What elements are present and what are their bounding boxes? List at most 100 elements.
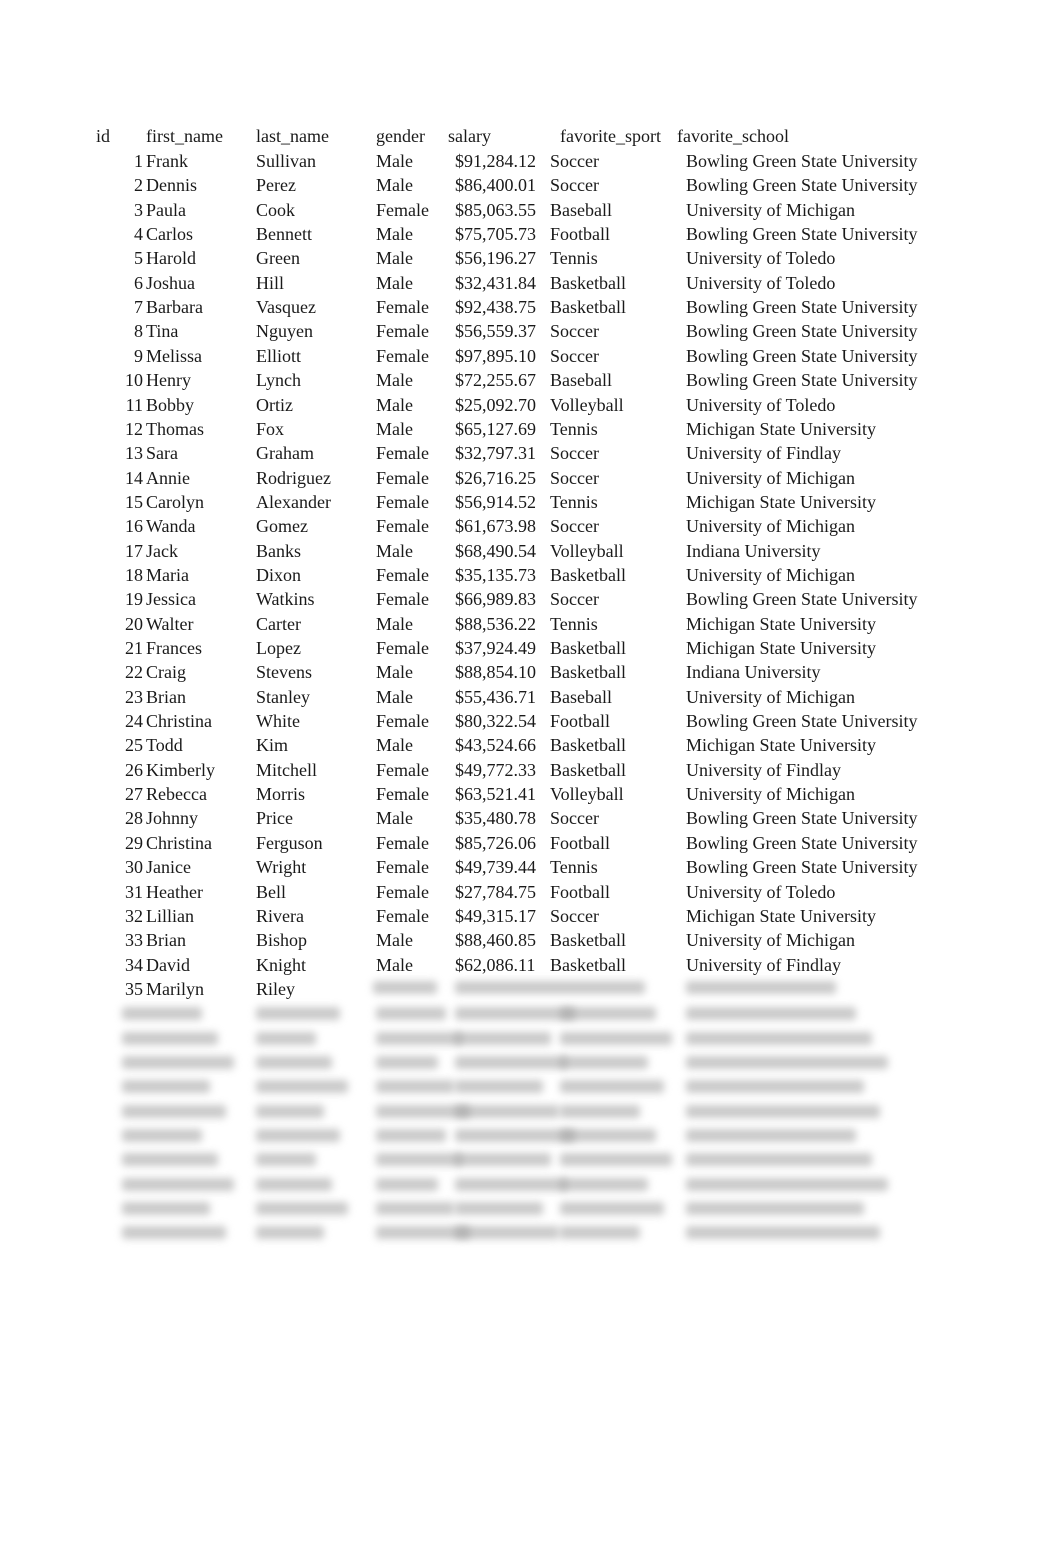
cell-last-name: Bishop bbox=[256, 930, 308, 951]
cell-first-name: Todd bbox=[146, 735, 183, 756]
cell-favorite-sport: Soccer bbox=[550, 175, 599, 196]
cell-favorite-school: Michigan State University bbox=[686, 613, 876, 634]
cell-first-name: Barbara bbox=[146, 297, 203, 318]
cell-salary: $88,854.10 bbox=[455, 662, 536, 683]
cell-first-name: Heather bbox=[146, 881, 203, 902]
cell-first-name: Annie bbox=[146, 467, 190, 488]
cell-favorite-school: Bowling Green State University bbox=[686, 297, 918, 318]
cell-favorite-sport: Basketball bbox=[550, 662, 626, 683]
cell-favorite-sport: Soccer bbox=[550, 589, 599, 610]
cell-favorite-sport: Soccer bbox=[550, 151, 599, 171]
blurred-table-row bbox=[0, 1099, 1062, 1123]
blurred-table-row bbox=[0, 1220, 1062, 1244]
cell-id: 8 bbox=[134, 321, 143, 342]
cell-salary: $37,924.49 bbox=[455, 638, 536, 658]
cell-favorite-school: Bowling Green State University bbox=[686, 711, 918, 732]
blurred-table-row bbox=[0, 1001, 1062, 1025]
blurred-cell bbox=[122, 1129, 202, 1142]
cell-salary: $35,480.78 bbox=[455, 808, 536, 829]
cell-salary: $56,196.27 bbox=[455, 248, 536, 269]
blurred-cell bbox=[560, 1104, 640, 1118]
cell-favorite-school: University of Findlay bbox=[686, 443, 841, 464]
cell-id: 33 bbox=[125, 930, 143, 951]
cell-last-name: Alexander bbox=[256, 491, 331, 512]
blurred-cell bbox=[376, 1080, 454, 1094]
cell-favorite-school: Michigan State University bbox=[686, 735, 876, 756]
cell-last-name: White bbox=[256, 711, 300, 732]
blurred-cell bbox=[560, 1080, 664, 1094]
cell-last-name: Watkins bbox=[256, 589, 315, 610]
cell-gender: Female bbox=[376, 516, 429, 537]
blurred-cells-row-35 bbox=[365, 975, 665, 997]
cell-id: 19 bbox=[125, 589, 143, 610]
blurred-cell bbox=[455, 1129, 575, 1142]
blurred-cell bbox=[686, 1007, 856, 1021]
cell-favorite-school: Bowling Green State University bbox=[686, 832, 918, 853]
blurred-cell bbox=[376, 1007, 446, 1021]
blurred-cell bbox=[376, 1177, 438, 1191]
cell-favorite-sport: Basketball bbox=[550, 272, 626, 293]
blurred-cell bbox=[122, 1104, 226, 1118]
cell-gender: Female bbox=[376, 638, 429, 658]
cell-last-name: Cook bbox=[256, 199, 296, 220]
table-row: 4 Carlos Bennett Male $75,705.73 Football Bowl… bbox=[0, 222, 1062, 246]
cell-first-name: Kimberly bbox=[146, 759, 215, 780]
table-row: 34 David Knight Male $62,086.11 Basketball Uni… bbox=[0, 953, 1062, 977]
cell-favorite-sport: Tennis bbox=[550, 613, 598, 634]
cell-favorite-school: University of Findlay bbox=[686, 759, 841, 780]
table-row: 16 Wanda Gomez Female $61,673.98 Soccer Univer… bbox=[0, 514, 1062, 538]
cell-favorite-sport: Soccer bbox=[550, 443, 599, 464]
cell-first-name: Carolyn bbox=[146, 491, 204, 512]
blurred-cell bbox=[122, 1080, 210, 1094]
blurred-cell bbox=[686, 1226, 880, 1240]
cell-id: 31 bbox=[125, 881, 143, 902]
cell-first-name: Sara bbox=[146, 443, 178, 464]
cell-first-name: Craig bbox=[146, 662, 186, 683]
cell-gender: Female bbox=[376, 905, 429, 926]
cell-gender: Male bbox=[376, 272, 413, 293]
cell-favorite-sport: Basketball bbox=[550, 638, 626, 658]
blurred-cell bbox=[560, 1055, 648, 1069]
cell-last-name: Dixon bbox=[256, 564, 301, 585]
blurred-cell bbox=[256, 1177, 332, 1191]
cell-first-name: Brian bbox=[146, 686, 186, 707]
table-row: 28 Johnny Price Male $35,480.78 Soccer Bowling… bbox=[0, 806, 1062, 830]
cell-favorite-school: University of Michigan bbox=[686, 930, 855, 951]
blurred-cell bbox=[455, 1007, 575, 1021]
cell-id: 3 bbox=[134, 199, 143, 220]
cell-favorite-sport: Volleyball bbox=[550, 784, 624, 805]
cell-favorite-school: University of Michigan bbox=[686, 784, 855, 805]
cell-favorite-school: University of Michigan bbox=[686, 686, 855, 707]
blurred-cell bbox=[122, 1202, 210, 1216]
cell-favorite-school: University of Findlay bbox=[686, 954, 841, 975]
blurred-cells-row-35-school bbox=[686, 975, 846, 997]
cell-favorite-school: University of Michigan bbox=[686, 564, 855, 585]
blurred-cell bbox=[376, 1055, 438, 1069]
cell-favorite-sport: Basketball bbox=[550, 564, 626, 585]
cell-favorite-sport: Football bbox=[550, 832, 611, 853]
cell-last-name: Riley bbox=[256, 978, 295, 999]
blurred-cell bbox=[686, 1031, 872, 1045]
cell-gender: Female bbox=[376, 297, 429, 318]
cell-first-name: Rebecca bbox=[146, 784, 207, 805]
blurred-cell bbox=[560, 1153, 672, 1167]
cell-id: 29 bbox=[125, 832, 143, 853]
cell-salary: $91,284.12 bbox=[455, 151, 536, 171]
cell-first-name: Joshua bbox=[146, 272, 195, 293]
table-row: 13 Sara Graham Female $32,797.31 Soccer Univer… bbox=[0, 441, 1062, 465]
header-gender: gender bbox=[376, 126, 425, 146]
cell-salary: $61,673.98 bbox=[455, 516, 536, 537]
cell-id: 12 bbox=[125, 418, 143, 439]
cell-gender: Female bbox=[376, 443, 429, 464]
header-favorite-sport: favorite_sport bbox=[560, 126, 661, 146]
blurred-cell bbox=[455, 1055, 567, 1069]
cell-first-name: Tina bbox=[146, 321, 179, 342]
cell-gender: Female bbox=[376, 564, 429, 585]
cell-salary: $26,716.25 bbox=[455, 467, 536, 488]
cell-first-name: Lillian bbox=[146, 905, 194, 926]
cell-salary: $56,914.52 bbox=[455, 491, 536, 512]
cell-last-name: Sullivan bbox=[256, 151, 317, 171]
cell-favorite-sport: Soccer bbox=[550, 345, 599, 366]
cell-first-name: Bobby bbox=[146, 394, 195, 415]
cell-id: 25 bbox=[125, 735, 143, 756]
